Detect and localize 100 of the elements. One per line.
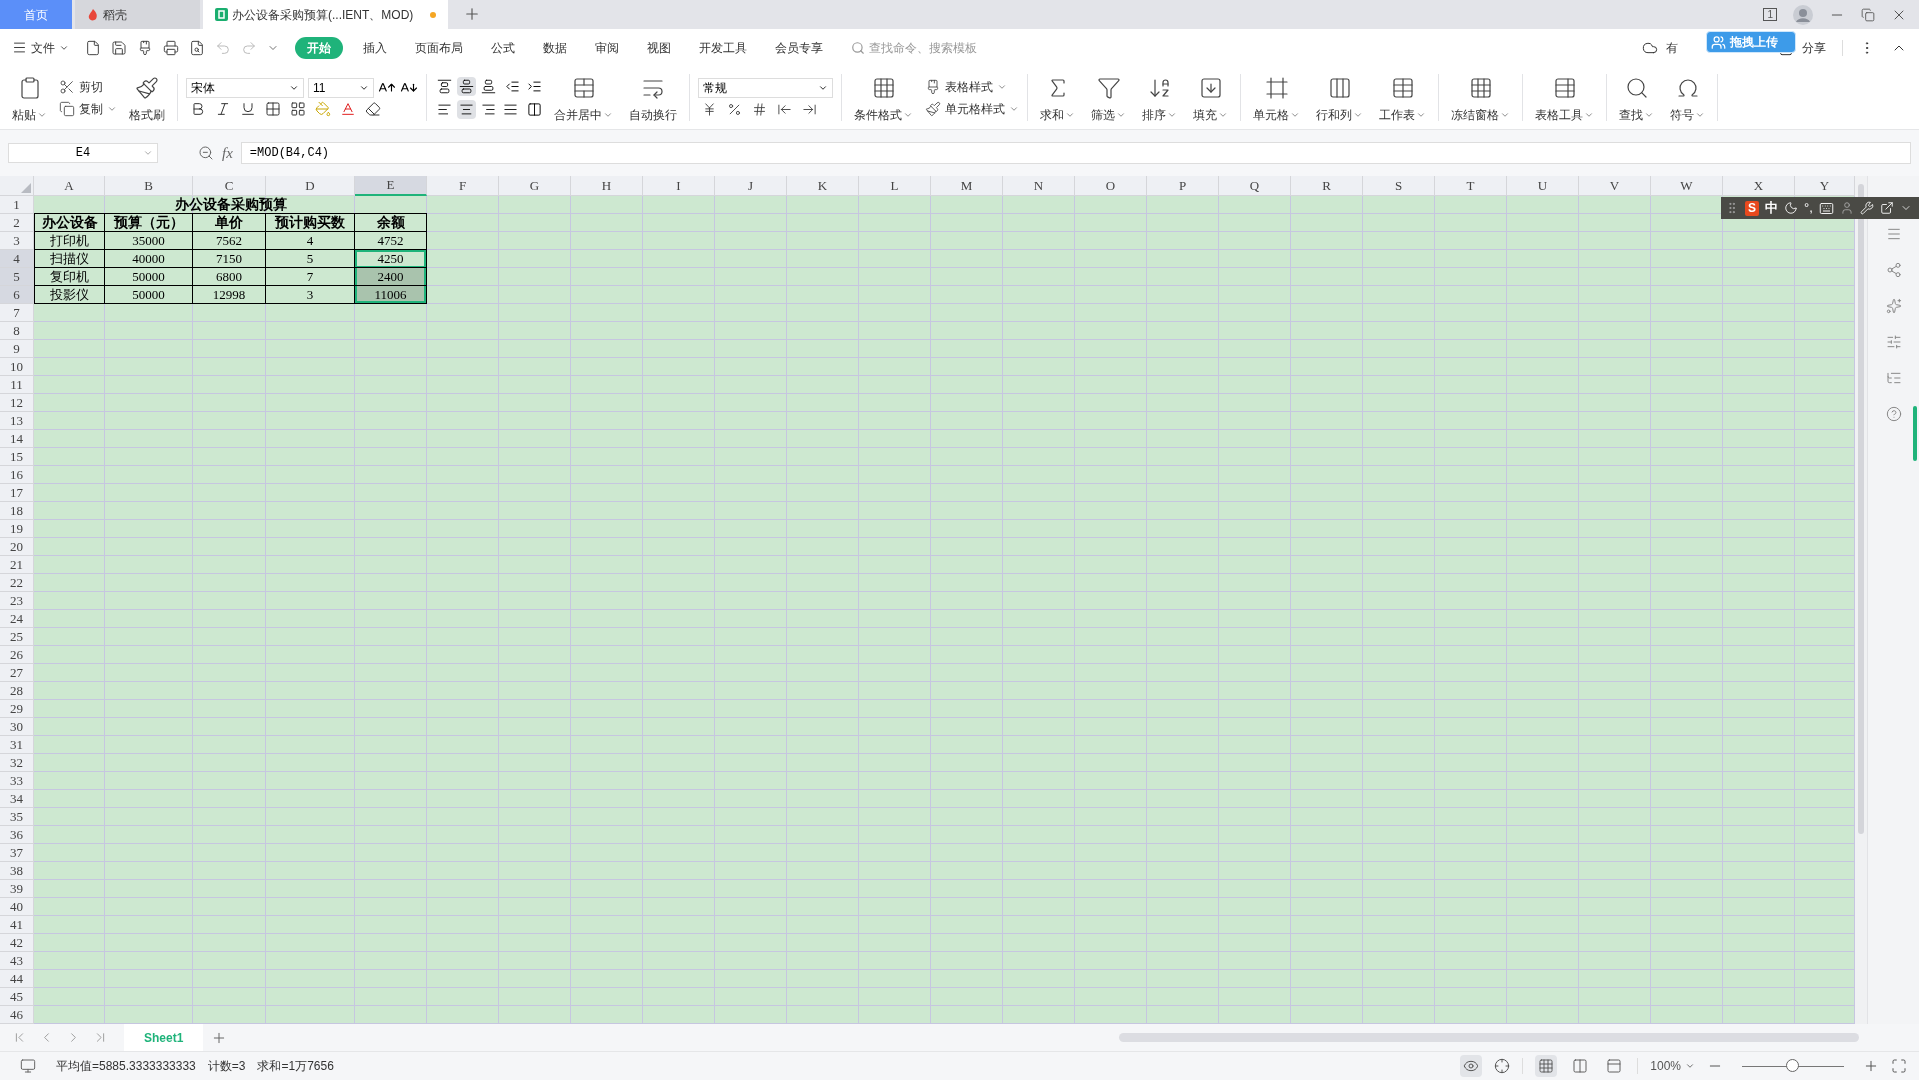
horizontal-scrollbar[interactable] xyxy=(1119,1033,1859,1042)
document-tab[interactable]: 办公设备采购预算(...IENT、MOD) xyxy=(203,0,448,29)
ribbon-button[interactable]: 剪切 xyxy=(59,75,117,98)
crosshair-icon[interactable] xyxy=(1494,1058,1511,1074)
column-header[interactable]: L xyxy=(859,176,931,196)
ribbon-tab[interactable]: 审阅 xyxy=(587,36,627,59)
column-header[interactable]: S xyxy=(1363,176,1435,196)
format-painter-icon[interactable] xyxy=(137,39,153,56)
row-header[interactable]: 19 xyxy=(0,520,34,538)
row-header[interactable]: 25 xyxy=(0,628,34,646)
column-header[interactable]: J xyxy=(715,176,787,196)
ribbon-tab[interactable]: 开发工具 xyxy=(691,36,755,59)
column-header[interactable]: I xyxy=(643,176,715,196)
underline-icon[interactable] xyxy=(240,101,256,117)
punctuation-toggle[interactable]: °, xyxy=(1804,198,1813,218)
currency-icon[interactable] xyxy=(702,102,717,117)
restore-icon[interactable] xyxy=(1861,7,1875,22)
row-header[interactable]: 12 xyxy=(0,394,34,412)
ribbon-button[interactable]: 排序 xyxy=(1138,71,1181,124)
eye-protection-button[interactable] xyxy=(1460,1055,1483,1077)
external-link-icon[interactable] xyxy=(1879,201,1894,215)
column-header[interactable]: X xyxy=(1723,176,1795,196)
row-header[interactable]: 45 xyxy=(0,988,34,1006)
document-tab[interactable]: 稻壳 xyxy=(75,0,200,29)
share-icon[interactable] xyxy=(1885,262,1902,278)
column-header[interactable]: Q xyxy=(1219,176,1291,196)
row-header[interactable]: 15 xyxy=(0,448,34,466)
zoom-slider-thumb[interactable] xyxy=(1786,1059,1799,1072)
name-box[interactable]: E4 xyxy=(8,143,158,163)
view-button[interactable] xyxy=(1535,1055,1558,1077)
row-header[interactable]: 42 xyxy=(0,934,34,952)
ribbon-button[interactable]: 格式刷 xyxy=(125,71,169,124)
column-header[interactable]: R xyxy=(1291,176,1363,196)
column-header[interactable]: B xyxy=(105,176,193,196)
row-header[interactable]: 44 xyxy=(0,970,34,988)
row-header[interactable]: 39 xyxy=(0,880,34,898)
file-menu[interactable]: 文件 xyxy=(12,38,69,57)
row-header[interactable]: 46 xyxy=(0,1006,34,1024)
input-method-logo[interactable]: S xyxy=(1745,200,1759,216)
column-header[interactable]: E xyxy=(355,176,427,196)
row-header[interactable]: 26 xyxy=(0,646,34,664)
column-header[interactable]: Y xyxy=(1795,176,1855,196)
column-header[interactable]: N xyxy=(1003,176,1075,196)
search-field[interactable]: 查找命令、搜索模板 xyxy=(851,38,1001,57)
zoom-level[interactable]: 100% xyxy=(1650,1057,1695,1075)
row-header[interactable]: 14 xyxy=(0,430,34,448)
column-header[interactable]: O xyxy=(1075,176,1147,196)
column-header[interactable]: G xyxy=(499,176,571,196)
ribbon-tab[interactable]: 会员专享 xyxy=(767,36,831,59)
percent-icon[interactable] xyxy=(727,102,742,117)
column-header[interactable]: C xyxy=(193,176,266,196)
eraser-icon[interactable] xyxy=(365,101,381,117)
ribbon-button[interactable]: 自动换行 xyxy=(625,71,681,124)
cloud-label[interactable]: 有 xyxy=(1666,38,1678,57)
moon-icon[interactable] xyxy=(1784,201,1798,215)
ribbon-tab[interactable]: 公式 xyxy=(483,36,523,59)
row-header[interactable]: 4 xyxy=(0,250,34,268)
row-header[interactable]: 21 xyxy=(0,556,34,574)
row-header[interactable]: 40 xyxy=(0,898,34,916)
sparkle-icon[interactable] xyxy=(1885,298,1902,314)
column-header[interactable]: A xyxy=(34,176,105,196)
column-header[interactable]: T xyxy=(1435,176,1507,196)
row-header[interactable]: 18 xyxy=(0,502,34,520)
ribbon-button[interactable]: 冻结窗格 xyxy=(1447,71,1514,124)
font-size-select[interactable]: 11 xyxy=(308,78,374,98)
row-header[interactable]: 29 xyxy=(0,700,34,718)
column-header[interactable]: K xyxy=(787,176,859,196)
row-header[interactable]: 17 xyxy=(0,484,34,502)
column-header[interactable]: W xyxy=(1651,176,1723,196)
bold-icon[interactable] xyxy=(190,101,206,117)
ribbon-button[interactable]: 筛选 xyxy=(1087,71,1130,124)
ribbon-button[interactable]: 行和列 xyxy=(1312,71,1367,124)
row-header[interactable]: 37 xyxy=(0,844,34,862)
sliders-icon[interactable] xyxy=(1885,334,1902,350)
row-header[interactable]: 16 xyxy=(0,466,34,484)
ribbon-button[interactable]: 查找 xyxy=(1615,71,1658,124)
ribbon-button[interactable]: 复制 xyxy=(59,97,117,120)
font-color-icon[interactable] xyxy=(340,101,356,117)
row-header[interactable]: 11 xyxy=(0,376,34,394)
ribbon-tab[interactable]: 数据 xyxy=(535,36,575,59)
column-header[interactable]: F xyxy=(427,176,499,196)
vertical-scrollbar[interactable] xyxy=(1855,176,1867,1024)
column-header[interactable]: D xyxy=(266,176,355,196)
input-mode-toggle[interactable]: 中 xyxy=(1765,198,1778,218)
panel-menu-icon[interactable] xyxy=(1885,226,1902,242)
ribbon-tab[interactable]: 页面布局 xyxy=(407,36,471,59)
list-tree-icon[interactable] xyxy=(1885,370,1902,386)
italic-icon[interactable] xyxy=(215,101,231,117)
help-icon[interactable] xyxy=(1885,406,1902,422)
font-select[interactable]: 宋体 xyxy=(186,78,304,98)
row-header[interactable]: 24 xyxy=(0,610,34,628)
user-icon[interactable] xyxy=(1839,201,1854,215)
align-button[interactable] xyxy=(457,76,476,96)
number-format-select[interactable]: 常规 xyxy=(698,78,833,98)
print-preview-icon[interactable] xyxy=(189,39,205,56)
outdent-icon[interactable] xyxy=(505,78,520,94)
row-header[interactable]: 23 xyxy=(0,592,34,610)
row-header[interactable]: 8 xyxy=(0,322,34,340)
avatar[interactable] xyxy=(1793,4,1813,25)
ribbon-button[interactable]: 求和 xyxy=(1036,71,1079,124)
